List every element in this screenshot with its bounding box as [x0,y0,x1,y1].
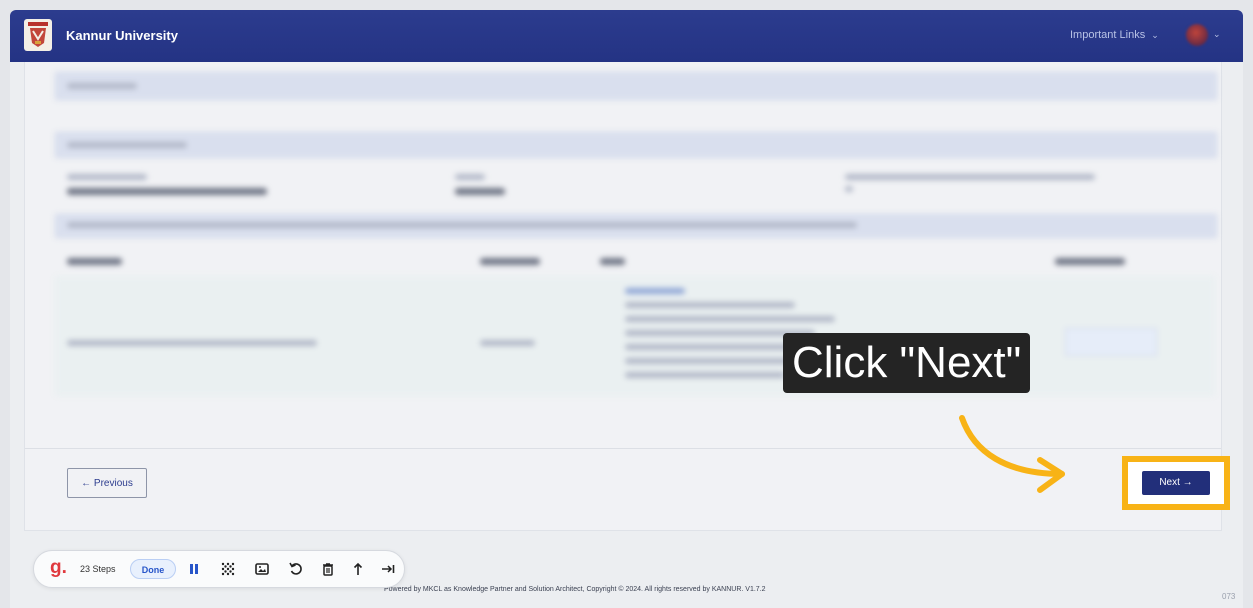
image-icon[interactable] [254,561,270,577]
recorder-logo: g. [50,557,67,578]
top-navigation-bar: Kannur University Important Links ⌄ ⌄ [10,10,1243,62]
placeholder-text [625,316,835,322]
trash-icon[interactable] [320,561,336,577]
placeholder-text [625,372,785,378]
previous-button[interactable]: ← Previous [67,468,147,498]
placeholder-text [455,174,485,180]
undo-icon[interactable] [288,561,304,577]
placeholder-text [480,258,540,265]
footer-copyright: Powered by MKCL as Knowledge Partner and… [384,586,766,593]
important-links-label: Important Links [1070,29,1146,41]
recorder-done-button[interactable]: Done [130,559,176,579]
pause-icon[interactable] [186,561,202,577]
recorder-step-count: 23 Steps [80,564,116,574]
placeholder-text [67,222,857,228]
placeholder-text [67,340,317,346]
placeholder-text [600,258,625,265]
instruction-tooltip: Click "Next" [783,333,1031,393]
skip-icon[interactable] [380,561,396,577]
brand-name: Kannur University [66,28,178,43]
avatar[interactable] [1186,24,1208,46]
section-bar [55,132,1217,158]
placeholder-text [845,174,1095,180]
placeholder-text [625,302,795,308]
chevron-down-icon[interactable]: ⌄ [1213,29,1221,40]
section-bar [55,72,1217,100]
pointer-arrow-icon [959,415,1065,493]
row-action-button [1065,328,1157,356]
placeholder-text [625,358,805,364]
chevron-down-icon: ⌄ [1151,30,1159,40]
placeholder-text [625,288,685,294]
table-row [55,276,1215,396]
version-label: 073 [1222,592,1236,601]
placeholder-text [67,188,267,195]
next-button[interactable]: Next → [1142,471,1210,495]
placeholder-text [1055,258,1125,265]
university-logo [24,19,52,51]
upload-icon[interactable] [350,561,366,577]
important-links-menu[interactable]: Important Links ⌄ [1070,29,1159,41]
next-button-highlight: Next → [1122,456,1230,510]
placeholder-text [480,340,535,346]
placeholder-text [67,83,137,89]
placeholder-text [455,188,505,195]
app-window: Kannur University Important Links ⌄ ⌄ ← … [10,10,1243,608]
placeholder-text [67,142,187,148]
blur-icon[interactable] [220,561,236,577]
placeholder-text [845,186,853,192]
recorder-toolbar: g. 23 Steps Done [33,550,405,588]
placeholder-text [67,174,147,180]
placeholder-text [67,258,122,265]
